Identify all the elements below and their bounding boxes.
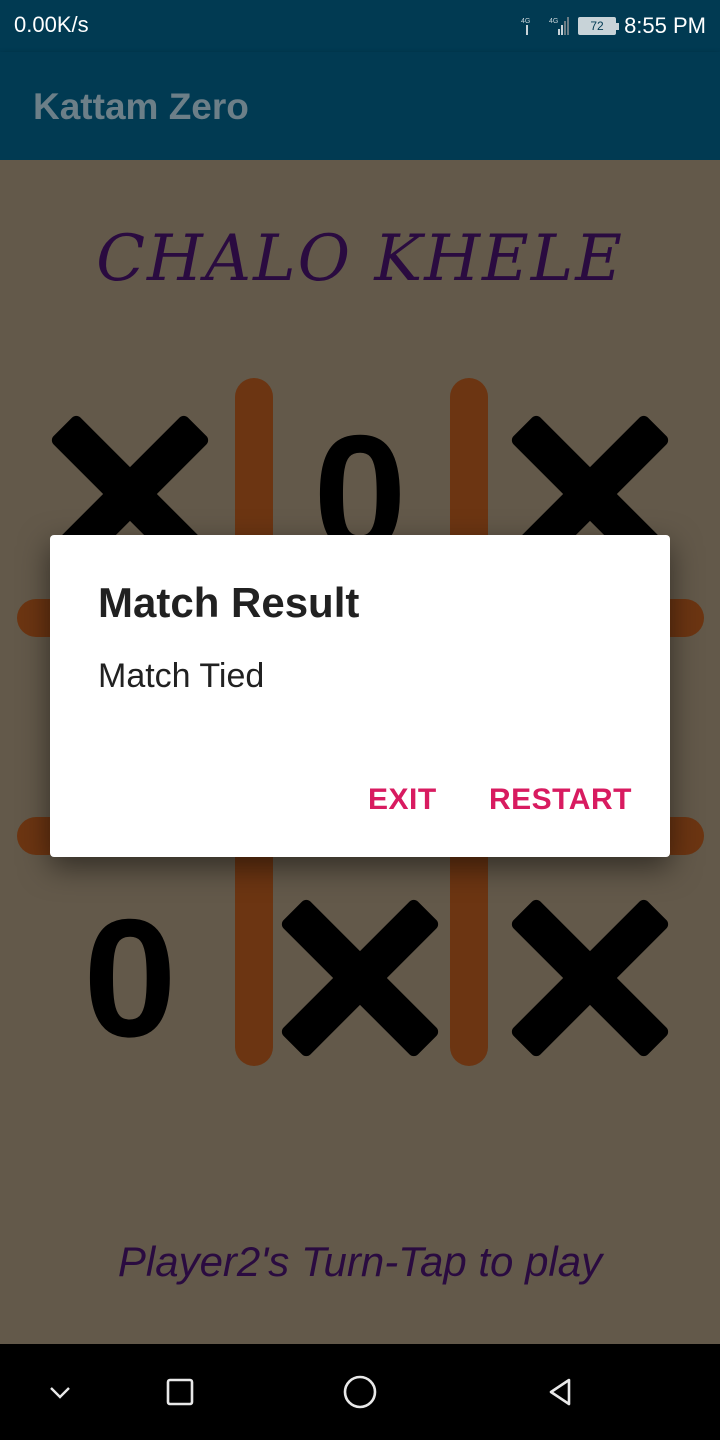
- dialog-message: Match Tied: [98, 657, 265, 695]
- o-mark: 0: [83, 883, 177, 1072]
- board-cell-2-0[interactable]: 0: [30, 878, 230, 1078]
- network-speed: 0.00K/s: [14, 12, 89, 37]
- recent-apps-icon[interactable]: [120, 1344, 240, 1440]
- restart-button[interactable]: RESTART: [489, 783, 632, 817]
- dialog-title: Match Result: [98, 579, 360, 626]
- svg-text:4G: 4G: [521, 18, 530, 25]
- battery-icon: 72: [578, 17, 620, 35]
- board-cell-2-1[interactable]: [260, 878, 460, 1078]
- home-icon[interactable]: [300, 1344, 420, 1440]
- back-icon[interactable]: [500, 1344, 620, 1440]
- clock: 8:55 PM: [624, 13, 706, 38]
- battery-level: 72: [580, 19, 615, 33]
- turn-indicator: Player2's Turn-Tap to play: [117, 1238, 603, 1285]
- app-title: Kattam Zero: [33, 86, 249, 127]
- svg-text:4G: 4G: [549, 18, 558, 25]
- x-mark-icon: [260, 878, 460, 1078]
- navigation-bar: [0, 1344, 720, 1440]
- chevron-down-icon[interactable]: [0, 1344, 120, 1440]
- app-bar: Kattam Zero: [0, 52, 720, 160]
- exit-button[interactable]: EXIT: [368, 783, 437, 817]
- x-mark-icon: [490, 878, 690, 1078]
- status-icons: 4G 4G 72 8:55 PM: [518, 10, 706, 42]
- match-result-dialog: Match Result Match Tied EXIT RESTART: [50, 535, 670, 857]
- board-cell-2-2[interactable]: [490, 878, 690, 1078]
- signal-bars-icon: 4G: [549, 17, 570, 35]
- status-bar: 0.00K/s 4G 4G 72 8:55 PM: [0, 0, 720, 52]
- signal-4g-icon: 4G: [521, 18, 530, 35]
